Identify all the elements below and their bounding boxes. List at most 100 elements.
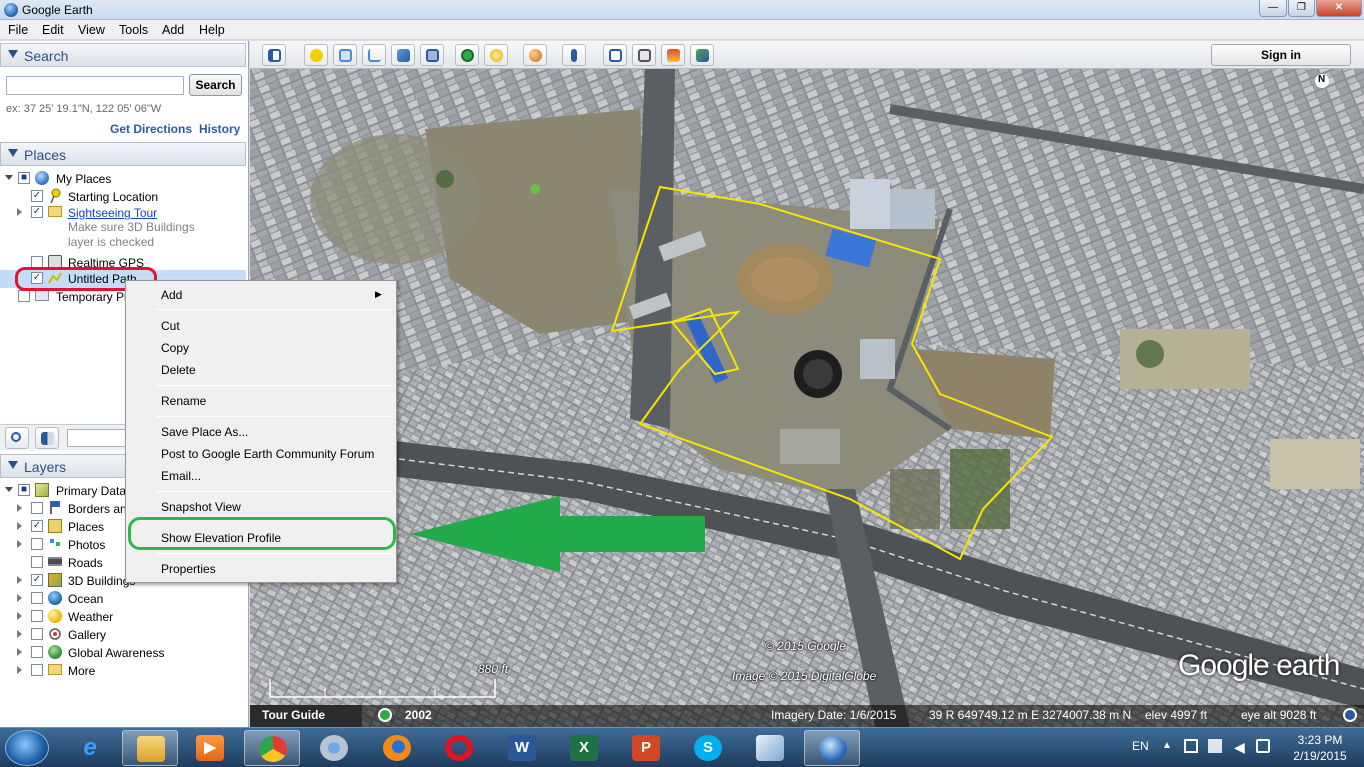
language-indicator[interactable]: EN	[1132, 739, 1149, 753]
menu-view[interactable]: View	[78, 23, 105, 37]
checkbox[interactable]	[31, 592, 43, 604]
taskbar-internet-explorer[interactable]: e	[62, 730, 118, 766]
historical-imagery-button[interactable]	[455, 44, 479, 66]
menu-file[interactable]: File	[8, 23, 28, 37]
search-panel-header[interactable]: Search	[0, 43, 246, 67]
search-input[interactable]	[6, 76, 184, 95]
action-center-icon[interactable]	[1184, 739, 1198, 753]
expand-arrow-icon[interactable]	[17, 504, 22, 512]
checkbox[interactable]	[31, 628, 43, 640]
checkbox[interactable]	[31, 556, 43, 568]
get-directions-link[interactable]: Get Directions	[110, 122, 192, 136]
checkbox[interactable]	[18, 290, 30, 302]
menu-tools[interactable]: Tools	[119, 23, 148, 37]
image-overlay-button[interactable]	[391, 44, 415, 66]
tree-item-label[interactable]: Sightseeing Tour	[68, 206, 157, 220]
expand-arrow-icon[interactable]	[17, 576, 22, 584]
tree-item-my-places[interactable]: ■ My Places	[0, 170, 246, 188]
compass-north[interactable]: N	[1318, 74, 1325, 85]
find-places-button[interactable]	[5, 427, 29, 449]
print-button[interactable]	[632, 44, 656, 66]
menu-item-properties[interactable]: Properties	[161, 562, 216, 576]
sign-in-button[interactable]: Sign in	[1211, 44, 1351, 66]
ruler-button[interactable]	[562, 44, 586, 66]
checkbox[interactable]	[31, 502, 43, 514]
checkbox[interactable]: ✓	[31, 206, 43, 218]
status-info-icon[interactable]	[1343, 708, 1357, 722]
layer-more[interactable]: More	[0, 662, 246, 680]
taskbar-file-explorer[interactable]	[122, 730, 178, 766]
expand-arrow-icon[interactable]	[17, 540, 22, 548]
checkbox[interactable]	[31, 610, 43, 622]
close-button[interactable]: ✕	[1316, 0, 1362, 17]
taskbar-chrome-canary[interactable]	[306, 730, 362, 766]
view-in-maps-button[interactable]	[661, 44, 685, 66]
taskbar-google-earth-pro[interactable]	[742, 730, 798, 766]
menu-item-delete[interactable]: Delete	[161, 363, 196, 377]
expand-arrow-icon[interactable]	[17, 648, 22, 656]
menu-item-add[interactable]: Add	[161, 288, 182, 302]
expand-arrow-icon[interactable]	[5, 175, 13, 180]
expand-arrow-icon[interactable]	[17, 630, 22, 638]
taskbar-firefox[interactable]	[369, 730, 425, 766]
system-clock[interactable]: 3:23 PM 2/19/2015	[1285, 732, 1355, 764]
checkbox[interactable]: ✓	[31, 574, 43, 586]
keyboard-icon[interactable]	[1256, 739, 1270, 753]
menu-item-email[interactable]: Email...	[161, 469, 201, 483]
checkbox[interactable]: ✓	[31, 190, 43, 202]
menu-item-rename[interactable]: Rename	[161, 394, 206, 408]
layer-weather[interactable]: Weather	[0, 608, 246, 626]
layer-global-awareness[interactable]: Global Awareness	[0, 644, 246, 662]
save-image-button[interactable]	[690, 44, 714, 66]
menu-item-snapshot-view[interactable]: Snapshot View	[161, 500, 241, 514]
history-link[interactable]: History	[199, 122, 240, 136]
email-button[interactable]	[603, 44, 627, 66]
expand-arrow-icon[interactable]	[17, 522, 22, 530]
expand-arrow-icon[interactable]	[5, 487, 13, 492]
checkbox[interactable]: ■	[18, 484, 30, 496]
toggle-panel-button[interactable]	[35, 427, 59, 449]
record-tour-button[interactable]	[420, 44, 444, 66]
taskbar-opera[interactable]	[431, 730, 487, 766]
taskbar-powerpoint[interactable]: P	[618, 730, 674, 766]
network-icon[interactable]	[1208, 739, 1222, 753]
taskbar-excel[interactable]: X	[556, 730, 612, 766]
volume-icon[interactable]: ◀	[1234, 739, 1245, 756]
menu-help[interactable]: Help	[199, 23, 225, 37]
taskbar-chrome[interactable]	[244, 730, 300, 766]
layer-gallery[interactable]: Gallery	[0, 626, 246, 644]
expand-arrow-icon[interactable]	[17, 612, 22, 620]
sidebar-toggle-button[interactable]	[262, 44, 286, 66]
menu-edit[interactable]: Edit	[42, 23, 64, 37]
add-polygon-button[interactable]	[333, 44, 357, 66]
checkbox[interactable]: ■	[18, 172, 30, 184]
maximize-button[interactable]: ❐	[1288, 0, 1315, 17]
sunlight-button[interactable]	[484, 44, 508, 66]
taskbar-google-earth[interactable]	[804, 730, 860, 766]
taskbar-word[interactable]: W	[494, 730, 550, 766]
expand-arrow-icon[interactable]	[17, 208, 22, 216]
historical-clock-icon[interactable]	[378, 708, 392, 722]
checkbox[interactable]	[31, 538, 43, 550]
show-hidden-icons-icon[interactable]: ▲	[1162, 740, 1172, 751]
add-path-button[interactable]	[362, 44, 386, 66]
layer-ocean[interactable]: Ocean	[0, 590, 246, 608]
checkbox[interactable]: ✓	[31, 520, 43, 532]
taskbar-media-player[interactable]: ▶	[182, 730, 238, 766]
search-button[interactable]: Search	[189, 74, 242, 96]
menu-item-copy[interactable]: Copy	[161, 341, 189, 355]
checkbox[interactable]	[31, 664, 43, 676]
tour-guide-button[interactable]: Tour Guide	[250, 705, 362, 727]
start-orb-button[interactable]	[5, 730, 49, 766]
expand-arrow-icon[interactable]	[17, 594, 22, 602]
switch-planet-button[interactable]	[523, 44, 547, 66]
add-placemark-button[interactable]	[304, 44, 328, 66]
menu-item-post-to-forum[interactable]: Post to Google Earth Community Forum	[161, 447, 374, 461]
places-panel-header[interactable]: Places	[0, 142, 246, 166]
menu-add[interactable]: Add	[162, 23, 184, 37]
expand-arrow-icon[interactable]	[17, 666, 22, 674]
minimize-button[interactable]: —	[1259, 0, 1287, 17]
taskbar-skype[interactable]: S	[680, 730, 736, 766]
menu-item-cut[interactable]: Cut	[161, 319, 180, 333]
checkbox[interactable]	[31, 646, 43, 658]
